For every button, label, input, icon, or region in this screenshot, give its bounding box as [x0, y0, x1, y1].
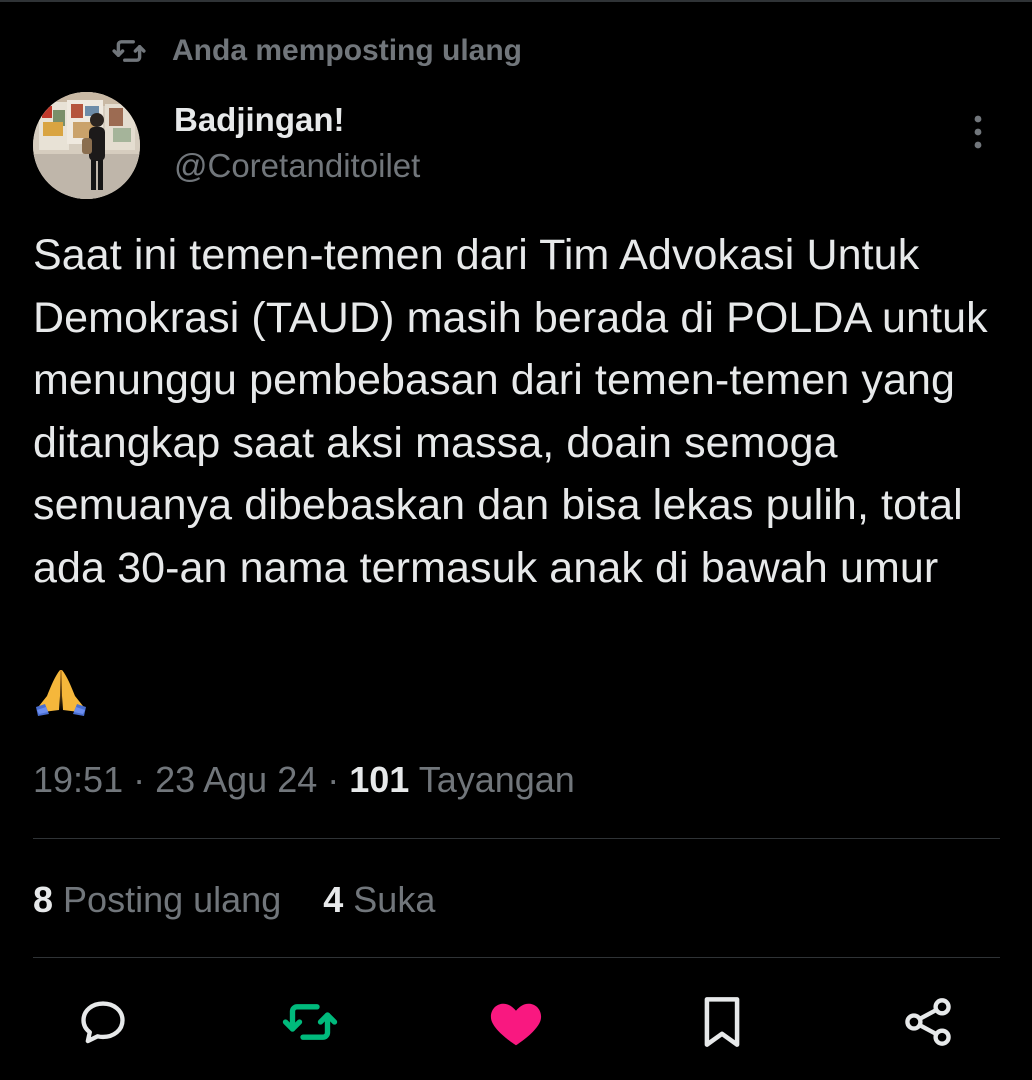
- meta-separator: ·: [123, 759, 156, 800]
- author-name[interactable]: Badjingan!: [174, 98, 345, 142]
- reply-icon: [77, 996, 129, 1053]
- repost-icon: [112, 34, 146, 68]
- like-button[interactable]: [488, 996, 544, 1052]
- divider: [33, 838, 1000, 839]
- reposts-stat[interactable]: 8 Posting ulang: [33, 876, 281, 924]
- divider: [33, 957, 1000, 958]
- more-vertical-icon: [972, 114, 984, 155]
- share-button[interactable]: [900, 996, 956, 1052]
- reply-button[interactable]: [75, 996, 131, 1052]
- meta-separator: ·: [317, 759, 350, 800]
- author-handle[interactable]: @Coretanditoilet: [174, 142, 420, 190]
- post-date: 23 Agu 24: [155, 759, 318, 800]
- repost-context: Anda memposting ulang: [112, 28, 522, 74]
- likes-stat[interactable]: 4 Suka: [323, 876, 435, 924]
- avatar[interactable]: [33, 92, 140, 199]
- repost-context-label: Anda memposting ulang: [172, 34, 523, 67]
- likes-count: 4: [323, 879, 344, 920]
- share-icon: [902, 996, 954, 1053]
- reposts-label: Posting ulang: [63, 879, 282, 920]
- repost-icon: [282, 994, 338, 1055]
- post-stats: 8 Posting ulang 4 Suka: [33, 876, 435, 924]
- heart-icon: [488, 996, 544, 1053]
- post-text: Saat ini temen-temen dari Tim Advokasi U…: [33, 231, 988, 592]
- repost-button[interactable]: [282, 996, 338, 1052]
- bookmark-button[interactable]: [694, 996, 750, 1052]
- views-label: Tayangan: [418, 759, 575, 800]
- folded-hands-emoji: [33, 666, 89, 716]
- post-time: 19:51: [33, 759, 124, 800]
- more-options-button[interactable]: [960, 112, 996, 156]
- bookmark-icon: [696, 994, 748, 1055]
- likes-label: Suka: [353, 879, 436, 920]
- post-meta: 19:51 · 23 Agu 24 · 101 Tayangan: [33, 756, 575, 804]
- reposts-count: 8: [33, 879, 54, 920]
- top-divider: [0, 0, 1032, 2]
- views-count: 101: [349, 759, 410, 800]
